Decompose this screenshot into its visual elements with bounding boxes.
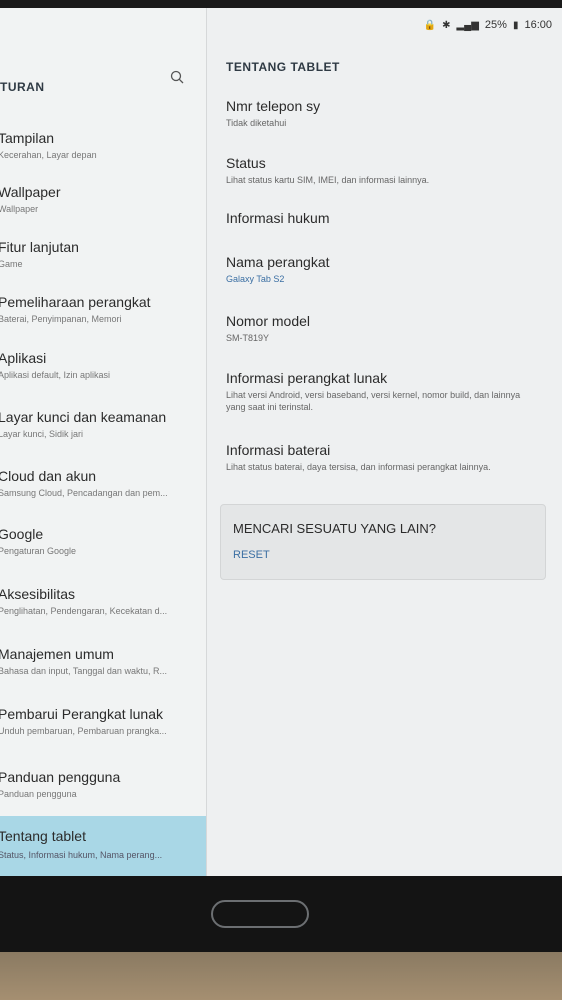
menu-item-subtitle: Pengaturan Google [0,546,77,556]
info-item-subtitle: Lihat status baterai, daya tersisa, dan … [226,462,491,472]
info-item-software-info[interactable]: Informasi perangkat lunak Lihat versi An… [226,370,536,413]
tablet-screen: 🔒 ✱ ▂▄▆ 25% ▮ 16:00 TURAN Tampilan Kecer… [0,8,562,876]
menu-item-title: Wallpaper [0,184,61,200]
info-item-status[interactable]: Status Lihat status kartu SIM, IMEI, dan… [226,155,536,186]
menu-item-subtitle: Samsung Cloud, Pencadangan dan pem... [0,488,168,498]
info-item-title: Informasi hukum [226,210,330,226]
menu-item-pemeliharaan[interactable]: Pemeliharaan perangkat Baterai, Penyimpa… [0,294,206,352]
menu-item-title: Cloud dan akun [0,468,97,484]
info-item-subtitle: Galaxy Tab S2 [226,274,285,284]
info-item-title: Informasi perangkat lunak [226,370,388,386]
table-surface [0,952,562,1000]
menu-item-google[interactable]: Google Pengaturan Google [0,526,206,584]
menu-item-title: Panduan pengguna [0,769,121,785]
settings-header: TURAN [0,70,206,100]
menu-item-aksesibilitas[interactable]: Aksesibilitas Penglihatan, Pendengaran, … [0,586,206,644]
about-tablet-pane: TENTANG TABLET Nmr telepon sy Tidak dike… [206,8,562,876]
info-item-title: Nama perangkat [226,254,330,270]
menu-item-title: Manajemen umum [0,646,114,662]
menu-item-title: Aplikasi [0,350,47,366]
menu-item-aplikasi[interactable]: Aplikasi Aplikasi default, Izin aplikasi [0,350,206,408]
menu-item-title: Aksesibilitas [0,586,76,602]
reset-link[interactable]: RESET [233,549,270,561]
menu-item-title: Fitur lanjutan [0,239,79,255]
settings-menu-pane: TURAN Tampilan Kecerahan, Layar depan Wa… [0,8,207,876]
info-item-subtitle: Lihat status kartu SIM, IMEI, dan inform… [226,175,430,185]
info-item-title: Nmr telepon sy [226,98,321,114]
info-item-legal-info[interactable]: Informasi hukum [226,210,536,226]
menu-item-subtitle: Game [0,259,23,269]
search-icon[interactable] [170,70,184,84]
menu-item-title: Layar kunci dan keamanan [0,409,167,425]
menu-item-title: Google [0,526,44,542]
page-title: TURAN [0,80,45,94]
menu-item-title: Pembarui Perangkat lunak [0,706,163,722]
menu-item-title: Tentang tablet [0,828,86,844]
menu-item-cloud-akun[interactable]: Cloud dan akun Samsung Cloud, Pencadanga… [0,468,206,526]
info-item-battery-info[interactable]: Informasi baterai Lihat status baterai, … [226,442,536,473]
menu-item-title: Pemeliharaan perangkat [0,294,151,310]
info-item-title: Status [226,155,266,171]
info-item-title: Informasi baterai [226,442,331,458]
info-item-phone-number[interactable]: Nmr telepon sy Tidak diketahui [226,98,536,129]
menu-item-manajemen-umum[interactable]: Manajemen umum Bahasa dan input, Tanggal… [0,646,206,704]
menu-item-layar-kunci[interactable]: Layar kunci dan keamanan Layar kunci, Si… [0,409,206,467]
menu-item-fitur-lanjutan[interactable]: Fitur lanjutan Game [0,239,206,297]
menu-item-wallpaper[interactable]: Wallpaper Wallpaper [0,184,206,242]
menu-item-subtitle: Bahasa dan input, Tanggal dan waktu, R..… [0,666,167,676]
menu-item-subtitle: Panduan pengguna [0,789,77,799]
home-button[interactable] [211,900,309,928]
section-title: TENTANG TABLET [226,60,340,74]
menu-item-title: Tampilan [0,130,55,146]
menu-item-subtitle: Kecerahan, Layar depan [0,150,97,160]
info-item-subtitle: SM-T819Y [226,333,270,343]
menu-item-subtitle: Status, Informasi hukum, Nama perang... [0,850,163,860]
menu-item-tampilan[interactable]: Tampilan Kecerahan, Layar depan [0,130,206,188]
menu-item-subtitle: Aplikasi default, Izin aplikasi [0,370,111,380]
menu-item-subtitle: Baterai, Penyimpanan, Memori [0,314,122,324]
info-item-subtitle: Tidak diketahui [226,118,287,128]
menu-item-subtitle: Penglihatan, Pendengaran, Kecekatan d... [0,606,168,616]
menu-item-subtitle: Layar kunci, Sidik jari [0,429,84,439]
menu-item-subtitle: Wallpaper [0,204,39,214]
looking-for-something-card: MENCARI SESUATU YANG LAIN? RESET [220,504,546,580]
info-item-device-name[interactable]: Nama perangkat Galaxy Tab S2 [226,254,536,285]
card-question: MENCARI SESUATU YANG LAIN? [233,521,436,536]
menu-item-subtitle: Unduh pembaruan, Pembaruan prangka... [0,726,167,736]
menu-item-pembarui-perangkat-lunak[interactable]: Pembarui Perangkat lunak Unduh pembaruan… [0,706,206,764]
menu-item-tentang-tablet[interactable]: Tentang tablet Status, Informasi hukum, … [0,816,206,876]
info-item-subtitle: Lihat versi Android, versi baseband, ver… [226,390,521,412]
info-item-title: Nomor model [226,313,311,329]
info-item-model-number: Nomor model SM-T819Y [226,313,536,344]
